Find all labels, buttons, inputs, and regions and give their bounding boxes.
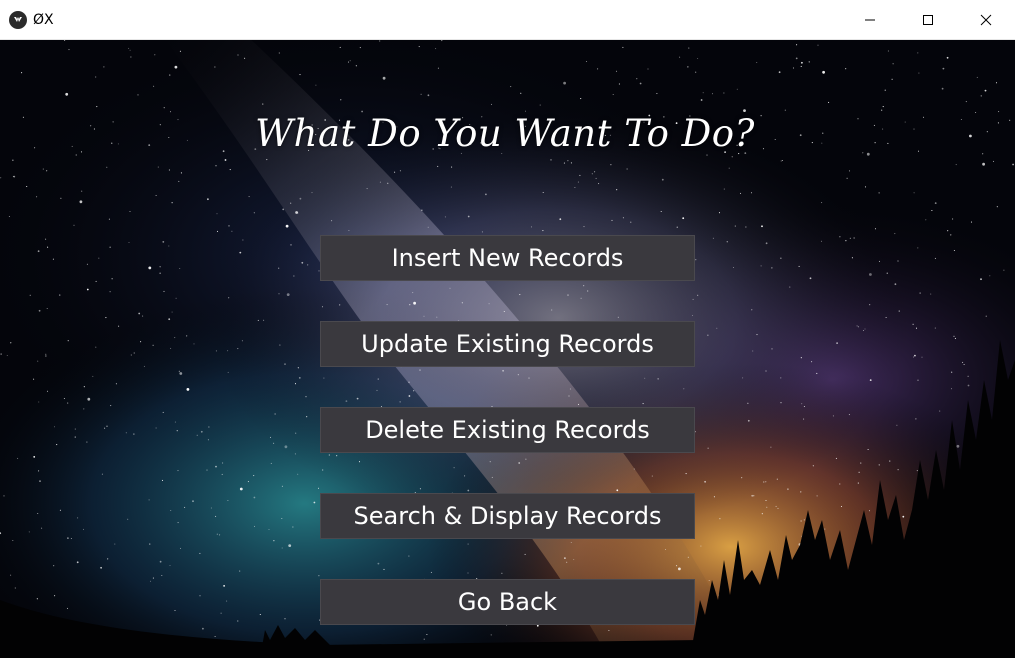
- close-icon: [980, 14, 992, 26]
- search-display-records-button[interactable]: Search & Display Records: [320, 493, 695, 539]
- update-records-label: Update Existing Records: [361, 330, 654, 358]
- maximize-icon: [923, 15, 933, 25]
- title-bar[interactable]: ØX: [0, 0, 1015, 40]
- window-controls: [841, 0, 1015, 40]
- main-content: What Do You Want To Do? Insert New Recor…: [0, 40, 1015, 658]
- app-logo-icon: [9, 10, 27, 29]
- close-button[interactable]: [957, 0, 1015, 40]
- app-window: ØX What Do You Want To Do? Insert New Re…: [0, 0, 1015, 658]
- window-title: ØX: [33, 11, 54, 28]
- delete-records-button[interactable]: Delete Existing Records: [320, 407, 695, 453]
- minimize-button[interactable]: [841, 0, 899, 40]
- insert-records-label: Insert New Records: [391, 244, 624, 272]
- search-display-records-label: Search & Display Records: [353, 502, 662, 530]
- delete-records-label: Delete Existing Records: [365, 416, 650, 444]
- update-records-button[interactable]: Update Existing Records: [320, 321, 695, 367]
- insert-records-button[interactable]: Insert New Records: [320, 235, 695, 281]
- go-back-button[interactable]: Go Back: [320, 579, 695, 625]
- go-back-label: Go Back: [457, 588, 558, 616]
- maximize-button[interactable]: [899, 0, 957, 40]
- page-heading: What Do You Want To Do?: [255, 112, 755, 155]
- minimize-icon: [865, 19, 875, 21]
